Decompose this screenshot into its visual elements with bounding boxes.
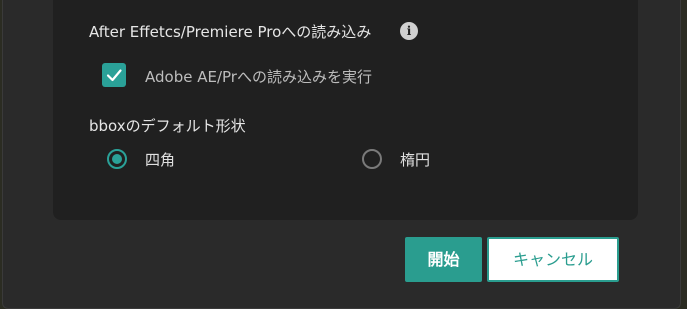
import-checkbox[interactable] bbox=[102, 63, 126, 87]
radio-rectangle[interactable] bbox=[107, 149, 127, 169]
import-checkbox-label: Adobe AE/Prへの読み込みを実行 bbox=[145, 68, 372, 86]
bbox-section-title: bboxのデフォルト形状 bbox=[89, 117, 246, 135]
info-icon[interactable]: i bbox=[400, 22, 418, 40]
start-button[interactable]: 開始 bbox=[405, 237, 482, 282]
import-section-title: After Effetcs/Premiere Proへの読み込み bbox=[89, 23, 372, 41]
checkmark-icon bbox=[106, 69, 122, 82]
cancel-button[interactable]: キャンセル bbox=[487, 237, 619, 282]
radio-ellipse[interactable] bbox=[362, 149, 382, 169]
radio-ellipse-label: 楕円 bbox=[400, 151, 431, 169]
radio-rectangle-label: 四角 bbox=[145, 151, 176, 169]
